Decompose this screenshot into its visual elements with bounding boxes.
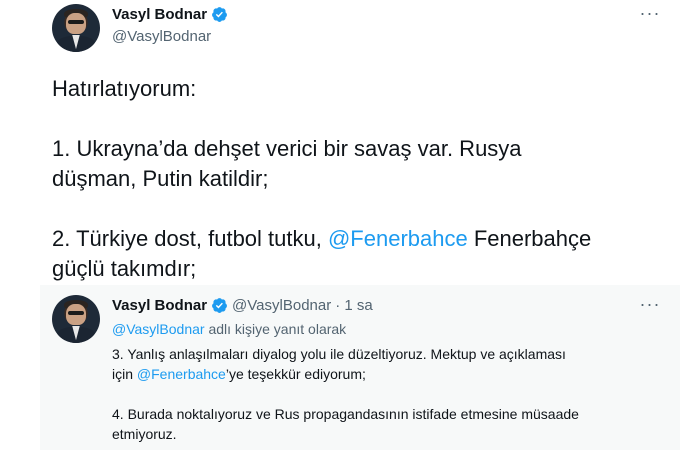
tweet-line: için @Fenerbahce’ye teşekkür ediyorum; [112,364,667,384]
tweet-line: Hatırlatıyorum: [52,76,197,101]
tweet-line: güçlü takımdır; [52,256,197,281]
verified-badge-icon [212,7,227,22]
tweet-line: 3. Yanlış anlaşılmaları diyalog yolu ile… [112,346,566,362]
more-options-icon[interactable]: ··· [638,295,662,317]
author-handle[interactable]: @VasylBodnar [112,28,211,45]
tweet-line: 2. Türkiye dost, futbol tutku, @Fenerbah… [52,224,667,254]
replying-suffix: adlı kişiye yanıt olarak [204,321,347,337]
reply-text: 3. Yanlış anlaşılmaları diyalog yolu ile… [112,344,667,444]
tweet-line: etmiyoruz. [112,426,177,442]
author-name[interactable]: Vasyl Bodnar [112,297,207,314]
author-name-row[interactable]: Vasyl Bodnar [112,6,228,23]
main-tweet[interactable]: Vasyl Bodnar @VasylBodnar ··· Hatırlatıy… [40,0,680,282]
author-handle[interactable]: @VasylBodnar [232,297,331,314]
verified-badge-icon [212,298,227,313]
text-segment: 2. Türkiye dost, futbol tutku, [52,226,328,251]
more-options-icon[interactable]: ··· [638,4,662,26]
replying-to: @VasylBodnar adlı kişiye yanıt olarak [112,321,346,337]
tweet-text: Hatırlatıyorum: 1. Ukrayna’da dehşet ver… [52,74,667,284]
tweet-line: 1. Ukrayna’da dehşet verici bir savaş va… [52,136,522,161]
mention-link[interactable]: @VasylBodnar [112,321,205,337]
timestamp[interactable]: · 1 sa [335,297,373,314]
reply-tweet[interactable]: Vasyl Bodnar @VasylBodnar · 1 sa ··· @Va… [40,285,680,450]
text-segment: Fenerbahçe [467,226,592,251]
avatar[interactable] [52,4,100,52]
mention-link[interactable]: @Fenerbahce [328,226,468,251]
text-segment: için [112,366,137,382]
author-name[interactable]: Vasyl Bodnar [112,6,207,23]
reply-header: Vasyl Bodnar @VasylBodnar · 1 sa [112,297,373,314]
text-segment: ’ye teşekkür ediyorum; [225,366,366,382]
avatar[interactable] [52,295,100,343]
tweet-line: düşman, Putin katildir; [52,166,269,191]
tweet-line: 4. Burada noktalıyoruz ve Rus propaganda… [112,406,579,422]
mention-link[interactable]: @Fenerbahce [137,366,226,382]
